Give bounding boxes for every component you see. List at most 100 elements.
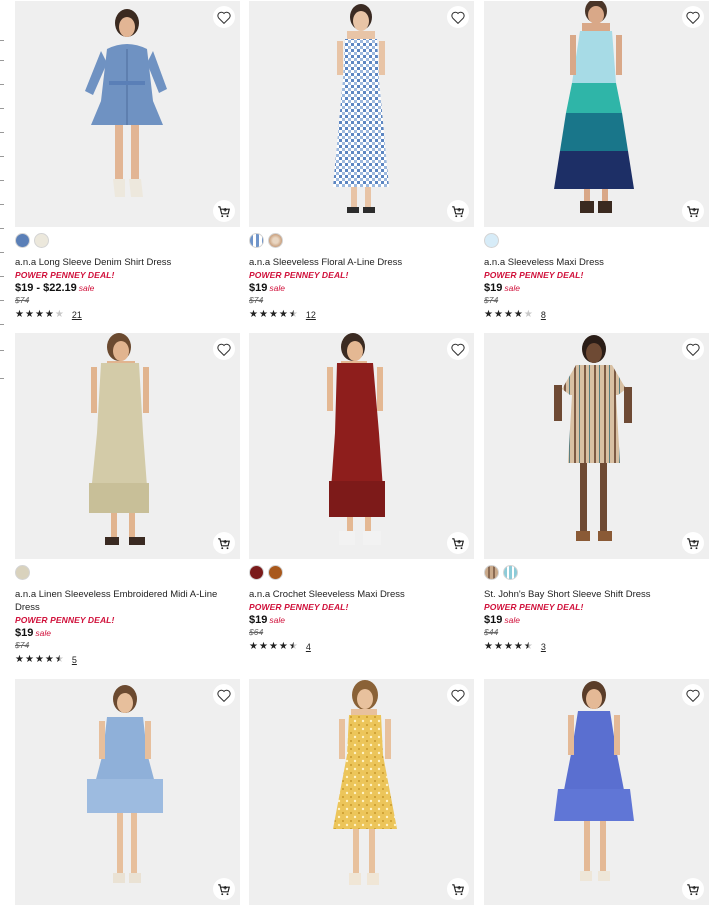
star-icon: ★ [484,641,493,652]
product-title[interactable]: a.n.a Linen Sleeveless Embroidered Midi … [15,588,240,614]
review-count[interactable]: 8 [541,310,546,320]
review-count[interactable]: 4 [306,642,311,652]
add-to-cart-icon[interactable] [682,532,704,554]
product-card[interactable]: a.n.a Sleeveless Maxi Dress POWER PENNEY… [484,1,709,321]
star-icon: ★ [34,654,44,665]
color-swatch[interactable] [15,565,30,580]
review-count[interactable]: 12 [306,310,316,320]
color-swatches [484,233,709,248]
color-swatch[interactable] [503,565,518,580]
price: $19 - $22.19 sale [15,282,95,294]
product-image[interactable] [484,679,709,905]
add-to-cart-icon[interactable] [213,878,235,900]
star-icon: ★ [249,309,258,320]
product-card[interactable] [484,679,709,905]
product-card[interactable]: a.n.a Crochet Sleeveless Maxi Dress POWE… [249,333,474,653]
star-rating: ★ ★ ★ ★ ★ [15,310,64,320]
product-image[interactable] [15,333,240,559]
color-swatch[interactable] [268,233,283,248]
add-to-cart-icon[interactable] [447,200,469,222]
original-price: $74 [15,640,30,650]
product-card[interactable] [249,679,474,905]
color-swatches [15,565,240,580]
heart-icon[interactable] [682,338,704,360]
maxi-dress-figure [554,1,634,213]
left-rail [0,0,6,906]
original-price: $74 [15,295,30,305]
color-swatch[interactable] [15,233,30,248]
review-count[interactable]: 5 [72,655,77,665]
color-swatches [249,233,474,248]
price: $19 sale [15,627,51,639]
star-icon: ★ [268,309,278,320]
heart-icon[interactable] [682,6,704,28]
star-icon: ★ [493,309,503,320]
star-icon: ★ [278,309,288,320]
star-icon: ★ [268,641,278,652]
product-title[interactable]: a.n.a Crochet Sleeveless Maxi Dress [249,588,474,601]
deal-label: POWER PENNEY DEAL! [15,615,115,625]
review-count[interactable]: 21 [72,310,82,320]
star-icon: ★ [513,309,523,320]
star-icon: ★ [288,309,298,320]
review-count[interactable]: 3 [541,642,546,652]
product-image[interactable] [249,679,474,905]
product-card[interactable]: a.n.a Long Sleeve Denim Shirt Dress POWE… [15,1,240,321]
heart-icon[interactable] [682,684,704,706]
star-icon: ★ [34,309,44,320]
add-to-cart-icon[interactable] [213,532,235,554]
heart-icon[interactable] [447,684,469,706]
price: $19 sale [484,614,520,626]
original-price: $64 [249,627,264,637]
add-to-cart-icon[interactable] [682,200,704,222]
product-title[interactable]: St. John's Bay Short Sleeve Shift Dress [484,588,709,601]
product-title[interactable]: a.n.a Sleeveless Maxi Dress [484,256,709,269]
color-swatch[interactable] [34,233,49,248]
star-icon: ★ [503,309,513,320]
heart-icon[interactable] [213,338,235,360]
blue-tiered-dress-figure [87,685,163,883]
deal-label: POWER PENNEY DEAL! [249,602,349,612]
add-to-cart-icon[interactable] [213,200,235,222]
product-card[interactable]: a.n.a Sleeveless Floral A-Line Dress POW… [249,1,474,321]
star-icon: ★ [258,309,268,320]
color-swatches [249,565,474,580]
product-image[interactable] [15,679,240,905]
periwinkle-dress-figure [554,681,634,881]
linen-dress-figure [89,333,149,545]
color-swatch[interactable] [268,565,283,580]
heart-icon[interactable] [447,338,469,360]
add-to-cart-icon[interactable] [447,878,469,900]
product-card[interactable]: St. John's Bay Short Sleeve Shift Dress … [484,333,709,653]
star-icon: ★ [258,641,268,652]
add-to-cart-icon[interactable] [447,532,469,554]
star-icon: ★ [24,654,34,665]
color-swatch[interactable] [484,565,499,580]
product-title[interactable]: a.n.a Long Sleeve Denim Shirt Dress [15,256,240,269]
product-card[interactable] [15,679,240,905]
heart-icon[interactable] [447,6,469,28]
star-icon: ★ [278,641,288,652]
color-swatches [15,233,240,248]
crochet-dress-figure [327,333,385,545]
star-rating: ★ ★ ★ ★ ★ [15,655,64,665]
color-swatch[interactable] [484,233,499,248]
color-swatch[interactable] [249,565,264,580]
product-image[interactable] [249,333,474,559]
add-to-cart-icon[interactable] [682,878,704,900]
heart-icon[interactable] [213,684,235,706]
price: $19 sale [484,282,520,294]
deal-label: POWER PENNEY DEAL! [484,602,584,612]
product-image[interactable] [15,1,240,227]
product-image[interactable] [484,333,709,559]
deal-label: POWER PENNEY DEAL! [249,270,349,280]
product-image[interactable] [249,1,474,227]
color-swatch[interactable] [249,233,264,248]
heart-icon[interactable] [213,6,235,28]
product-card[interactable]: a.n.a Linen Sleeveless Embroidered Midi … [15,333,240,666]
product-title[interactable]: a.n.a Sleeveless Floral A-Line Dress [249,256,474,269]
floral-dress-figure [333,4,389,213]
product-image[interactable] [484,1,709,227]
star-icon: ★ [15,309,24,320]
star-rating: ★ ★ ★ ★ ★ [249,310,298,320]
